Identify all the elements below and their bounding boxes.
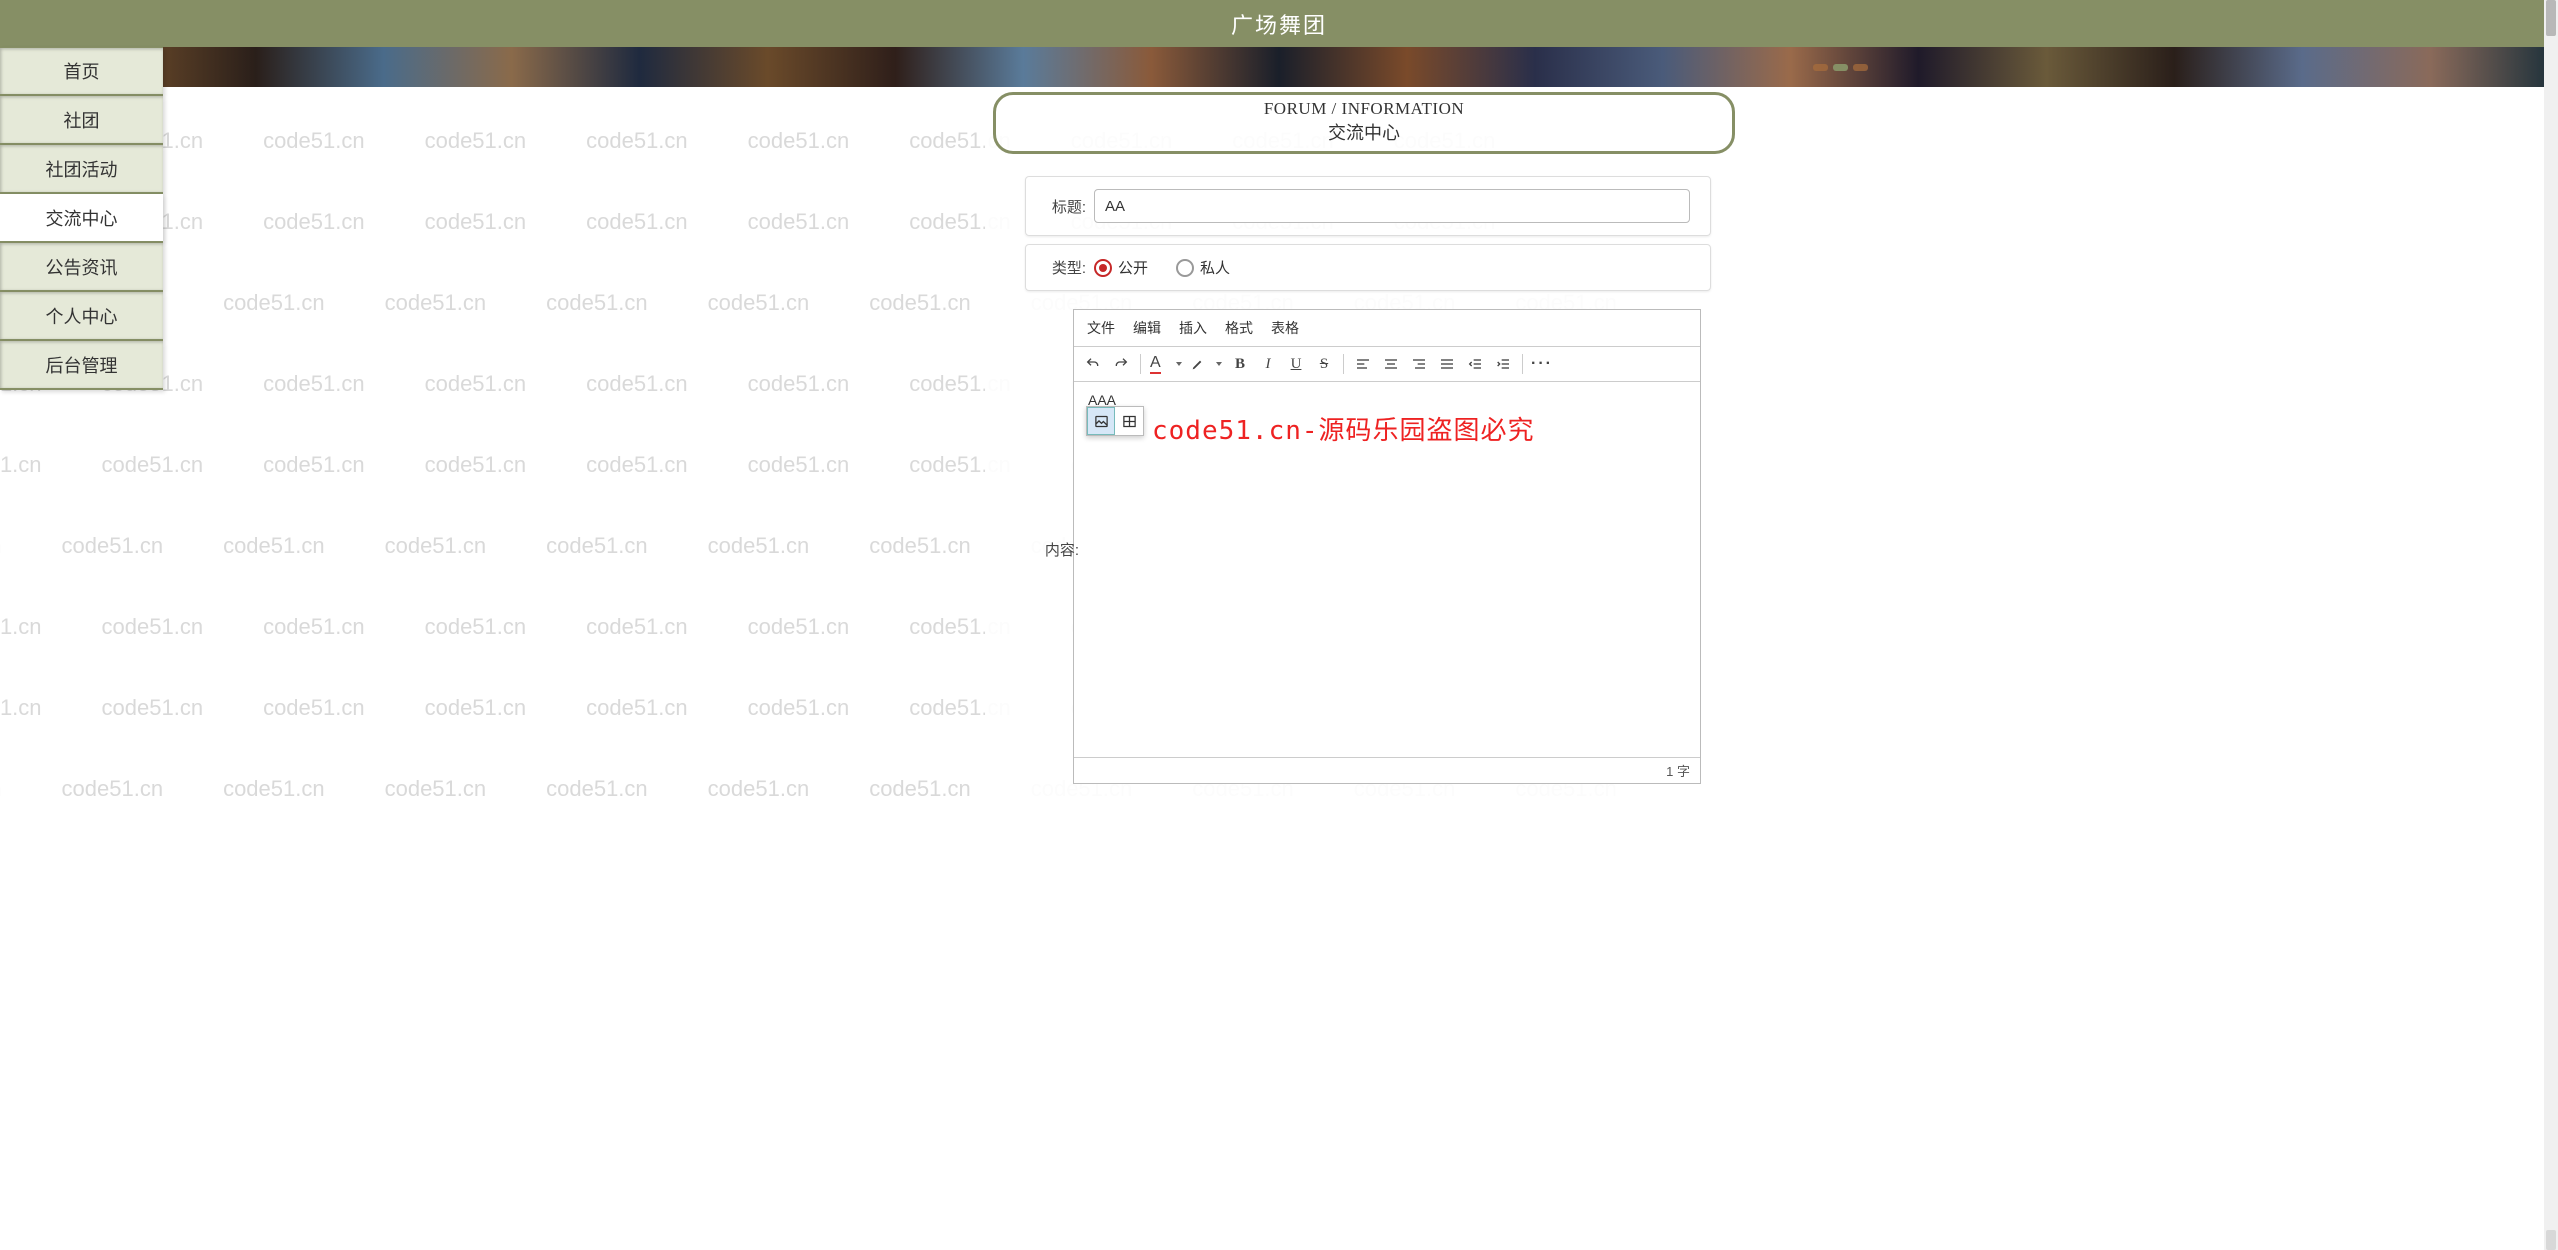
align-justify-button[interactable] (1434, 351, 1460, 377)
title-input[interactable] (1094, 189, 1690, 223)
strike-button[interactable]: S (1311, 351, 1337, 377)
outdent-button[interactable] (1462, 351, 1488, 377)
editor-statusbar: 1 字 (1074, 757, 1700, 783)
sidebar-item-club[interactable]: 社团 (0, 96, 163, 145)
rich-editor: 文件 编辑 插入 格式 表格 A B I U (1073, 309, 1701, 784)
redo-button[interactable] (1108, 351, 1134, 377)
editor-body[interactable]: AAA code51.cn-源码乐园盗图必究 (1074, 382, 1700, 757)
section-title-en: FORUM / INFORMATION (996, 99, 1732, 119)
scrollbar[interactable] (2544, 0, 2558, 1250)
separator (1343, 354, 1344, 374)
sidebar-item-activity[interactable]: 社团活动 (0, 145, 163, 194)
menu-insert[interactable]: 插入 (1170, 312, 1216, 344)
align-left-button[interactable] (1350, 351, 1376, 377)
radio-label: 公开 (1118, 257, 1148, 278)
sidebar-nav: 首页 社团 社团活动 交流中心 公告资讯 个人中心 后台管理 (0, 47, 163, 390)
caret-down-icon (1176, 362, 1182, 366)
sidebar-item-home[interactable]: 首页 (0, 47, 163, 96)
more-button[interactable]: ··· (1529, 351, 1555, 377)
section-title: FORUM / INFORMATION 交流中心 (993, 92, 1735, 154)
app-title: 广场舞团 (1231, 8, 1327, 40)
insert-image-button[interactable] (1087, 407, 1115, 435)
sidebar-item-news[interactable]: 公告资讯 (0, 243, 163, 292)
separator (1140, 354, 1141, 374)
content-label: 内容: (1029, 539, 1079, 560)
carousel-dots[interactable] (1813, 64, 1868, 71)
align-right-button[interactable] (1406, 351, 1432, 377)
sidebar-label: 社团活动 (46, 156, 118, 182)
scroll-thumb[interactable] (2546, 0, 2556, 36)
indent-button[interactable] (1490, 351, 1516, 377)
section-title-cn: 交流中心 (996, 119, 1732, 145)
app-header: 广场舞团 (0, 0, 2558, 47)
sidebar-label: 社团 (64, 107, 100, 133)
dot-2[interactable] (1833, 64, 1848, 71)
underline-button[interactable]: U (1283, 351, 1309, 377)
editor-wrap: 文件 编辑 插入 格式 表格 A B I U (1073, 309, 1701, 784)
editor-toolbar: A B I U S ··· (1074, 347, 1700, 382)
watermark-overlay-text: code51.cn-源码乐园盗图必究 (1152, 410, 1535, 447)
word-count: 1 字 (1666, 761, 1690, 780)
caret-down-icon (1216, 362, 1222, 366)
align-center-button[interactable] (1378, 351, 1404, 377)
insert-popup (1086, 406, 1144, 436)
radio-label: 私人 (1200, 257, 1230, 278)
editor-menubar: 文件 编辑 插入 格式 表格 (1074, 310, 1700, 347)
radio-private[interactable]: 私人 (1176, 257, 1230, 278)
bold-button[interactable]: B (1227, 351, 1253, 377)
sidebar-label: 交流中心 (46, 205, 118, 231)
dot-3[interactable] (1853, 64, 1868, 71)
type-row: 类型: 公开 私人 (1025, 244, 1711, 291)
separator (1522, 354, 1523, 374)
title-row: 标题: (1025, 176, 1711, 236)
sidebar-item-admin[interactable]: 后台管理 (0, 341, 163, 390)
scroll-thumb-bottom[interactable] (2546, 1230, 2556, 1250)
radio-icon (1176, 259, 1194, 277)
radio-public[interactable]: 公开 (1094, 257, 1148, 278)
insert-table-button[interactable] (1115, 407, 1143, 435)
forum-panel: FORUM / INFORMATION 交流中心 标题: 类型: 公开 私人 内… (985, 87, 1743, 804)
sidebar-item-forum[interactable]: 交流中心 (0, 194, 163, 243)
highlight-button[interactable] (1187, 351, 1225, 377)
editor-content: AAA (1088, 392, 1686, 408)
italic-button[interactable]: I (1255, 351, 1281, 377)
title-label: 标题: (1036, 196, 1086, 217)
sidebar-label: 后台管理 (46, 352, 118, 378)
sidebar-label: 首页 (64, 58, 100, 84)
menu-file[interactable]: 文件 (1078, 312, 1124, 344)
sidebar-label: 公告资讯 (46, 254, 118, 280)
dot-1[interactable] (1813, 64, 1828, 71)
type-label: 类型: (1036, 257, 1086, 278)
type-radio-group: 公开 私人 (1094, 257, 1230, 278)
banner-strip (0, 47, 2558, 87)
sidebar-label: 个人中心 (46, 303, 118, 329)
menu-edit[interactable]: 编辑 (1124, 312, 1170, 344)
radio-icon (1094, 259, 1112, 277)
menu-table[interactable]: 表格 (1262, 312, 1308, 344)
menu-format[interactable]: 格式 (1216, 312, 1262, 344)
undo-button[interactable] (1080, 351, 1106, 377)
sidebar-item-personal[interactable]: 个人中心 (0, 292, 163, 341)
text-color-button[interactable]: A (1147, 351, 1185, 377)
